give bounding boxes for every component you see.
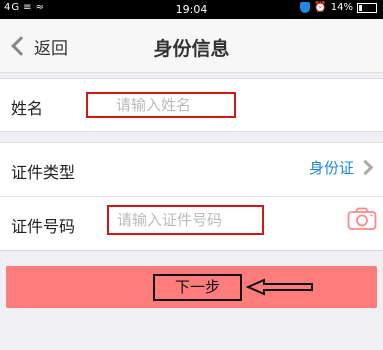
name-row: 姓名 bbox=[0, 79, 383, 133]
shield-icon bbox=[300, 2, 311, 13]
id-number-input[interactable] bbox=[107, 205, 264, 235]
name-input[interactable] bbox=[86, 92, 236, 118]
camera-icon[interactable] bbox=[347, 207, 377, 231]
id-type-selector[interactable]: 身份证 bbox=[308, 157, 374, 178]
battery-icon bbox=[357, 2, 377, 13]
id-card: 证件类型 身份证 证件号码 bbox=[0, 142, 383, 251]
chevron-right-icon bbox=[357, 159, 374, 176]
next-step-button[interactable]: 下一步 bbox=[6, 266, 377, 308]
arrow-left-icon bbox=[246, 278, 313, 296]
name-label: 姓名 bbox=[11, 99, 44, 118]
battery-percent: 14% bbox=[330, 2, 353, 13]
id-type-row[interactable]: 证件类型 身份证 bbox=[0, 143, 383, 197]
status-bar: 4G ≡ ≈ 19:04 ⏰ 14% bbox=[0, 0, 383, 19]
name-card: 姓名 bbox=[0, 78, 383, 132]
alarm-icon: ⏰ bbox=[314, 2, 327, 13]
next-step-label: 下一步 bbox=[153, 274, 242, 301]
id-number-row: 证件号码 bbox=[0, 197, 383, 251]
id-number-label: 证件号码 bbox=[11, 217, 76, 236]
nav-bar: 返回 身份信息 bbox=[0, 19, 383, 73]
id-type-value: 身份证 bbox=[308, 159, 354, 177]
status-right-icons: ⏰ 14% bbox=[300, 2, 377, 13]
page-title: 身份信息 bbox=[153, 38, 230, 60]
id-type-label: 证件类型 bbox=[11, 163, 76, 182]
